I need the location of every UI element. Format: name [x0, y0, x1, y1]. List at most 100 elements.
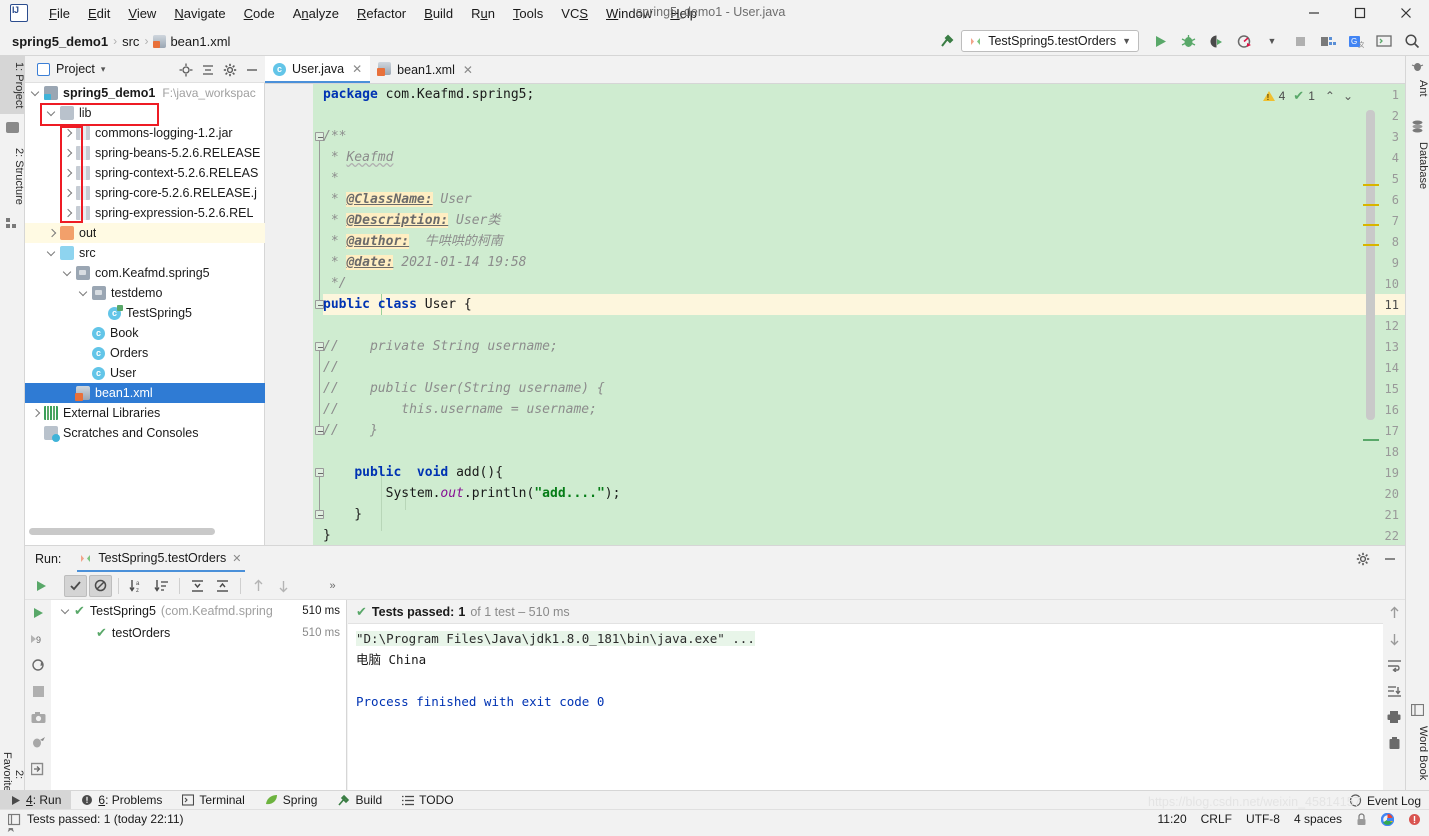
tree-item-spring-context-5-2-6-releas[interactable]: spring-context-5.2.6.RELEAS: [25, 163, 265, 183]
chevron-down-icon[interactable]: ▼: [1259, 28, 1285, 54]
tree-item-spring-expression-5-2-6-rel[interactable]: spring-expression-5.2.6.REL: [25, 203, 265, 223]
hide-panel-icon[interactable]: [241, 59, 263, 81]
run-configuration-selector[interactable]: TestSpring5.testOrders ▼: [961, 30, 1139, 52]
tree-item-book[interactable]: c Book: [25, 323, 265, 343]
tree-item-scratches-and-consoles[interactable]: Scratches and Consoles: [25, 423, 265, 443]
file-encoding[interactable]: UTF-8: [1246, 812, 1280, 826]
test-row-testorders[interactable]: ✔ testOrders 510 ms: [51, 622, 346, 644]
test-row-testspring5[interactable]: ✔ TestSpring5 (com.Keafmd.spring 510 ms: [51, 600, 346, 622]
breadcrumb-project[interactable]: spring5_demo1: [12, 34, 108, 49]
tree-item-orders[interactable]: c Orders: [25, 343, 265, 363]
chevron-right-icon[interactable]: [63, 148, 74, 159]
screenshot-icon[interactable]: [25, 704, 51, 730]
chevron-right-icon[interactable]: [63, 188, 74, 199]
tree-item-spring-beans-5-2-6-release[interactable]: spring-beans-5.2.6.RELEASE: [25, 143, 265, 163]
bottom-tab-terminal[interactable]: Terminal: [172, 791, 254, 810]
scroll-down-icon[interactable]: [1383, 626, 1405, 652]
error-stripe-warning[interactable]: [1363, 244, 1379, 246]
editor-body[interactable]: 1 2 3 4 5 6 7 8 9 10 11 12 13 14 15 16 17 18 19 20 21 22 pack…: [265, 84, 1405, 545]
tree-item-bean1-xml[interactable]: bean1.xml: [25, 383, 265, 403]
chevron-right-icon[interactable]: [47, 228, 58, 239]
collapse-all-icon[interactable]: [197, 59, 219, 81]
tree-item-spring-core-5-2-6-release-j[interactable]: spring-core-5.2.6.RELEASE.j: [25, 183, 265, 203]
menu-item-view[interactable]: View: [119, 3, 165, 24]
console-output[interactable]: "D:\Program Files\Java\jdk1.8.0_181\bin\…: [356, 628, 755, 712]
menu-item-vcs[interactable]: VCS: [552, 3, 597, 24]
run-icon[interactable]: [1147, 28, 1173, 54]
menu-item-refactor[interactable]: Refactor: [348, 3, 415, 24]
chevron-down-icon[interactable]: [47, 248, 58, 259]
bottom-tab-4-run[interactable]: 4: Run: [0, 790, 72, 810]
hide-panel-icon[interactable]: [1378, 548, 1401, 570]
soft-wrap-icon[interactable]: [1383, 652, 1405, 678]
run-tab[interactable]: TestSpring5.testOrders ✕: [77, 547, 246, 572]
event-log-button[interactable]: Event Log: [1349, 791, 1421, 810]
chevron-down-icon[interactable]: [47, 108, 58, 119]
tree-item-testspring5[interactable]: c TestSpring5: [25, 303, 265, 323]
maximize-button[interactable]: [1337, 0, 1383, 26]
notification-icon[interactable]: [1408, 813, 1421, 826]
import-test-results-icon[interactable]: [25, 756, 51, 782]
tree-item-com-keafmd-spring5[interactable]: com.Keafmd.spring5: [25, 263, 265, 283]
translate-icon[interactable]: G文: [1343, 28, 1369, 54]
breadcrumb-file[interactable]: bean1.xml: [153, 34, 230, 49]
editor-tab-bean1-xml[interactable]: bean1.xml ✕: [370, 56, 481, 83]
bottom-tab-todo[interactable]: TODO: [392, 791, 463, 810]
tree-item-spring5-demo1[interactable]: spring5_demo1 F:\java_workspac: [25, 83, 265, 103]
close-icon[interactable]: ✕: [232, 552, 241, 565]
bottom-tab-6-problems[interactable]: 6: Problems: [71, 791, 172, 810]
menu-item-tools[interactable]: Tools: [504, 3, 552, 24]
inspection-widget[interactable]: 4 ✔ 1 ⌃ ⌄: [1262, 88, 1353, 104]
collapse-all-icon[interactable]: [211, 575, 234, 597]
menu-item-edit[interactable]: Edit: [79, 3, 119, 24]
lock-icon[interactable]: [1356, 812, 1367, 826]
chevron-right-icon[interactable]: [63, 208, 74, 219]
clear-all-icon[interactable]: [1383, 730, 1405, 756]
error-stripe-warning[interactable]: [1363, 224, 1379, 226]
chevron-right-icon[interactable]: [63, 128, 74, 139]
sidebar-item-database[interactable]: Database: [1405, 136, 1429, 195]
toggle-auto-test-icon[interactable]: [25, 652, 51, 678]
chevron-right-icon[interactable]: [63, 168, 74, 179]
minimize-button[interactable]: [1291, 0, 1337, 26]
menu-item-run[interactable]: Run: [462, 3, 504, 24]
google-icon[interactable]: [1381, 812, 1394, 826]
sort-alphabetically-icon[interactable]: az: [125, 575, 148, 597]
tree-item-user[interactable]: c User: [25, 363, 265, 383]
editor-scrollbar[interactable]: [1366, 110, 1375, 420]
scroll-up-icon[interactable]: [1383, 600, 1405, 626]
project-tree-hscrollbar[interactable]: [29, 528, 215, 535]
scroll-to-end-icon[interactable]: [1383, 678, 1405, 704]
bottom-tab-spring[interactable]: Spring: [255, 791, 328, 810]
menu-item-navigate[interactable]: Navigate: [165, 3, 234, 24]
project-structure-icon[interactable]: [1315, 28, 1341, 54]
tree-item-external-libraries[interactable]: External Libraries: [25, 403, 265, 423]
menu-item-code[interactable]: Code: [235, 3, 284, 24]
caret-position[interactable]: 11:20: [1157, 812, 1186, 826]
test-results-tree[interactable]: ✔ TestSpring5 (com.Keafmd.spring 510 ms ✔ tes…: [51, 600, 347, 791]
error-stripe-warning[interactable]: [1363, 184, 1379, 186]
close-icon[interactable]: ✕: [352, 62, 362, 76]
chevron-down-icon[interactable]: [31, 88, 42, 99]
chevron-down-icon[interactable]: [79, 288, 90, 299]
project-tree[interactable]: spring5_demo1 F:\java_workspac lib commons-…: [25, 83, 265, 526]
rerun-failed-tests-icon[interactable]: 9: [25, 626, 51, 652]
more-options-icon[interactable]: »: [321, 575, 344, 597]
rerun-icon[interactable]: [25, 600, 51, 626]
chevron-right-icon[interactable]: [31, 408, 42, 419]
sidebar-item-project[interactable]: 1: Project: [0, 56, 25, 115]
export-test-results-icon[interactable]: [25, 730, 51, 756]
next-problem-icon[interactable]: ⌄: [1343, 89, 1353, 103]
gear-icon[interactable]: [1351, 548, 1374, 570]
profile-icon[interactable]: [1231, 28, 1257, 54]
tree-item-commons-logging-1-2-jar[interactable]: commons-logging-1.2.jar: [25, 123, 265, 143]
terminal-icon[interactable]: [1371, 28, 1397, 54]
show-passed-tests-icon[interactable]: [64, 574, 87, 597]
sidebar-item-word-book[interactable]: Word Book: [1405, 720, 1429, 786]
indent-setting[interactable]: 4 spaces: [1294, 812, 1342, 826]
editor-tab-user-java[interactable]: c User.java ✕: [265, 56, 371, 83]
hide-ignored-tests-icon[interactable]: [89, 574, 112, 597]
chevron-down-icon[interactable]: [61, 606, 72, 617]
tree-item-out[interactable]: out: [25, 223, 265, 243]
tree-item-lib[interactable]: lib: [25, 103, 265, 123]
